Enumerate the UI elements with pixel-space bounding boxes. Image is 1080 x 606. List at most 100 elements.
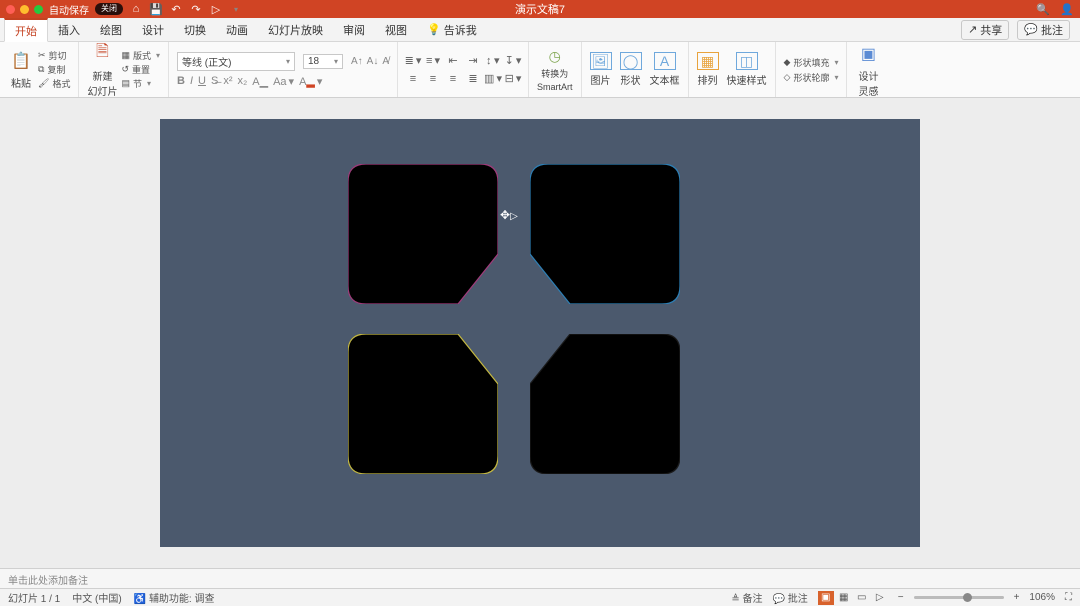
comments-toggle[interactable]: 💬 批注 <box>773 590 808 605</box>
tab-review[interactable]: 审阅 <box>333 18 375 41</box>
line-spacing-button[interactable]: ↕▾ <box>486 54 500 68</box>
slide-canvas-area[interactable]: ✥▷ <box>0 98 1080 568</box>
align-center-button[interactable]: ≡ <box>426 72 440 86</box>
arrange-button[interactable]: ▦排列 <box>697 52 719 87</box>
notes-placeholder: 单击此处添加备注 <box>8 576 88 587</box>
tab-transition[interactable]: 切换 <box>174 18 216 41</box>
convert-smartart-button[interactable]: ◷ 转换为 SmartArt <box>537 48 573 92</box>
qat-more-icon[interactable]: ▾ <box>229 2 243 16</box>
tab-home[interactable]: 开始 <box>4 18 48 42</box>
notes-pane[interactable]: 单击此处添加备注 <box>0 568 1080 588</box>
align-right-button[interactable]: ≡ <box>446 72 460 86</box>
new-slide-button[interactable]: 🗎 新建 幻灯片 <box>87 42 117 98</box>
share-button[interactable]: ↗共享 <box>961 20 1009 40</box>
strike-button[interactable]: S̶ <box>211 75 218 87</box>
tab-slideshow[interactable]: 幻灯片放映 <box>258 18 333 41</box>
shape-snip-corner-4[interactable] <box>530 334 680 474</box>
shape-snip-corner-3[interactable] <box>348 334 498 474</box>
new-slide-icon: 🗎 <box>89 42 115 66</box>
bullets-button[interactable]: ≣▾ <box>406 54 420 68</box>
section-button[interactable]: ▤节▾ <box>121 77 160 90</box>
group-font: 等线 (正文)▾ 18▾ A↑ A↓ A̸ B I U S̶ x² x₂ A▁ … <box>169 42 398 97</box>
quick-styles-button[interactable]: ◫快速样式 <box>727 52 767 87</box>
redo-icon[interactable]: ↷ <box>189 2 203 16</box>
save-icon[interactable]: 💾 <box>149 2 163 16</box>
text-direction-button[interactable]: ↧▾ <box>506 54 520 68</box>
notes-toggle[interactable]: ≜ 备注 <box>731 590 762 605</box>
window-controls[interactable] <box>6 5 43 14</box>
home-icon[interactable]: ⌂ <box>129 2 143 16</box>
char-spacing-button[interactable]: Aa▾ <box>273 75 294 88</box>
reset-button[interactable]: ↺重置 <box>121 63 160 76</box>
fill-icon: ◆ <box>784 57 791 68</box>
start-show-icon[interactable]: ▷ <box>209 2 223 16</box>
indent-button[interactable]: ⇥ <box>466 54 480 68</box>
document-title: 演示文稿7 <box>515 1 565 17</box>
undo-icon[interactable]: ↶ <box>169 2 183 16</box>
align-text-button[interactable]: ⊟▾ <box>506 72 520 86</box>
columns-button[interactable]: ▥▾ <box>486 72 500 86</box>
tab-view[interactable]: 视图 <box>375 18 417 41</box>
shape-snip-corner-1[interactable] <box>348 164 498 304</box>
align-left-button[interactable]: ≡ <box>406 72 420 86</box>
shape-fill-button[interactable]: ◆形状填充▾ <box>784 56 839 69</box>
shape-outline-button[interactable]: ◇形状轮廓▾ <box>784 71 839 84</box>
align-justify-button[interactable]: ≣ <box>466 72 480 86</box>
zoom-level[interactable]: 106% <box>1029 592 1055 603</box>
titlebar: 自动保存 关闭 ⌂ 💾 ↶ ↷ ▷ ▾ 演示文稿7 🔍 👤 <box>0 0 1080 18</box>
bold-button[interactable]: B <box>177 75 185 87</box>
font-color-button[interactable]: A▂▾ <box>299 75 322 88</box>
slide-1[interactable]: ✥▷ <box>160 119 920 547</box>
tab-tellme[interactable]: 💡告诉我 <box>417 18 487 41</box>
maximize-icon[interactable] <box>34 5 43 14</box>
a11y-status[interactable]: ♿ 辅助功能: 调查 <box>134 590 215 605</box>
subscript-button[interactable]: x² <box>223 75 232 87</box>
sorter-view-button[interactable]: ▦ <box>836 591 852 605</box>
zoom-slider[interactable] <box>914 596 1004 599</box>
autosave-toggle[interactable]: 关闭 <box>95 3 123 15</box>
highlight-button[interactable]: A▁ <box>252 75 268 88</box>
insert-picture-button[interactable]: 🖼图片 <box>590 52 612 87</box>
zoom-out-button[interactable]: − <box>898 592 904 603</box>
italic-button[interactable]: I <box>190 75 193 87</box>
normal-view-button[interactable]: ▣ <box>818 591 834 605</box>
insert-textbox-button[interactable]: A文本框 <box>650 52 680 87</box>
clipboard-icon: 📋 <box>8 49 34 73</box>
shapes-icon: ◯ <box>620 52 642 70</box>
superscript-button[interactable]: x₂ <box>237 75 247 87</box>
decrease-font-button[interactable]: A↓ <box>367 56 379 67</box>
copy-button[interactable]: ⧉复制 <box>38 63 70 76</box>
search-icon[interactable]: 🔍 <box>1036 2 1050 16</box>
fit-window-button[interactable]: ⛶ <box>1065 592 1072 603</box>
ribbon-tabs: 开始 插入 绘图 设计 切换 动画 幻灯片放映 审阅 视图 💡告诉我 ↗共享 💬… <box>0 18 1080 42</box>
underline-button[interactable]: U <box>198 75 206 87</box>
slideshow-view-button[interactable]: ▷ <box>872 591 888 605</box>
format-painter-button[interactable]: 🖌格式 <box>38 77 70 90</box>
clear-format-button[interactable]: A̸ <box>382 56 389 67</box>
minimize-icon[interactable] <box>20 5 29 14</box>
outdent-button[interactable]: ⇤ <box>446 54 460 68</box>
cut-button[interactable]: ✂剪切 <box>38 49 70 62</box>
tab-draw[interactable]: 绘图 <box>90 18 132 41</box>
tab-design[interactable]: 设计 <box>132 18 174 41</box>
account-icon[interactable]: 👤 <box>1060 2 1074 16</box>
shape-snip-corner-2[interactable] <box>530 164 680 304</box>
insert-shapes-button[interactable]: ◯形状 <box>620 52 642 87</box>
layout-button[interactable]: ▦版式▾ <box>121 49 160 62</box>
comments-button[interactable]: 💬批注 <box>1017 20 1070 40</box>
tab-animation[interactable]: 动画 <box>216 18 258 41</box>
bulb-icon: 💡 <box>427 23 441 36</box>
language-status[interactable]: 中文 (中国) <box>72 590 121 605</box>
paste-button[interactable]: 📋 粘贴 <box>8 49 34 90</box>
design-ideas-button[interactable]: ▣ 设计 灵感 <box>855 42 881 98</box>
zoom-in-button[interactable]: + <box>1014 592 1020 603</box>
design-ideas-icon: ▣ <box>855 42 881 66</box>
close-icon[interactable] <box>6 5 15 14</box>
font-size-combo[interactable]: 18▾ <box>303 54 343 69</box>
increase-font-button[interactable]: A↑ <box>351 56 363 67</box>
reading-view-button[interactable]: ▭ <box>854 591 870 605</box>
slide-counter[interactable]: 幻灯片 1 / 1 <box>8 590 60 605</box>
tab-insert[interactable]: 插入 <box>48 18 90 41</box>
numbering-button[interactable]: ≡▾ <box>426 54 440 68</box>
font-name-combo[interactable]: 等线 (正文)▾ <box>177 52 295 71</box>
